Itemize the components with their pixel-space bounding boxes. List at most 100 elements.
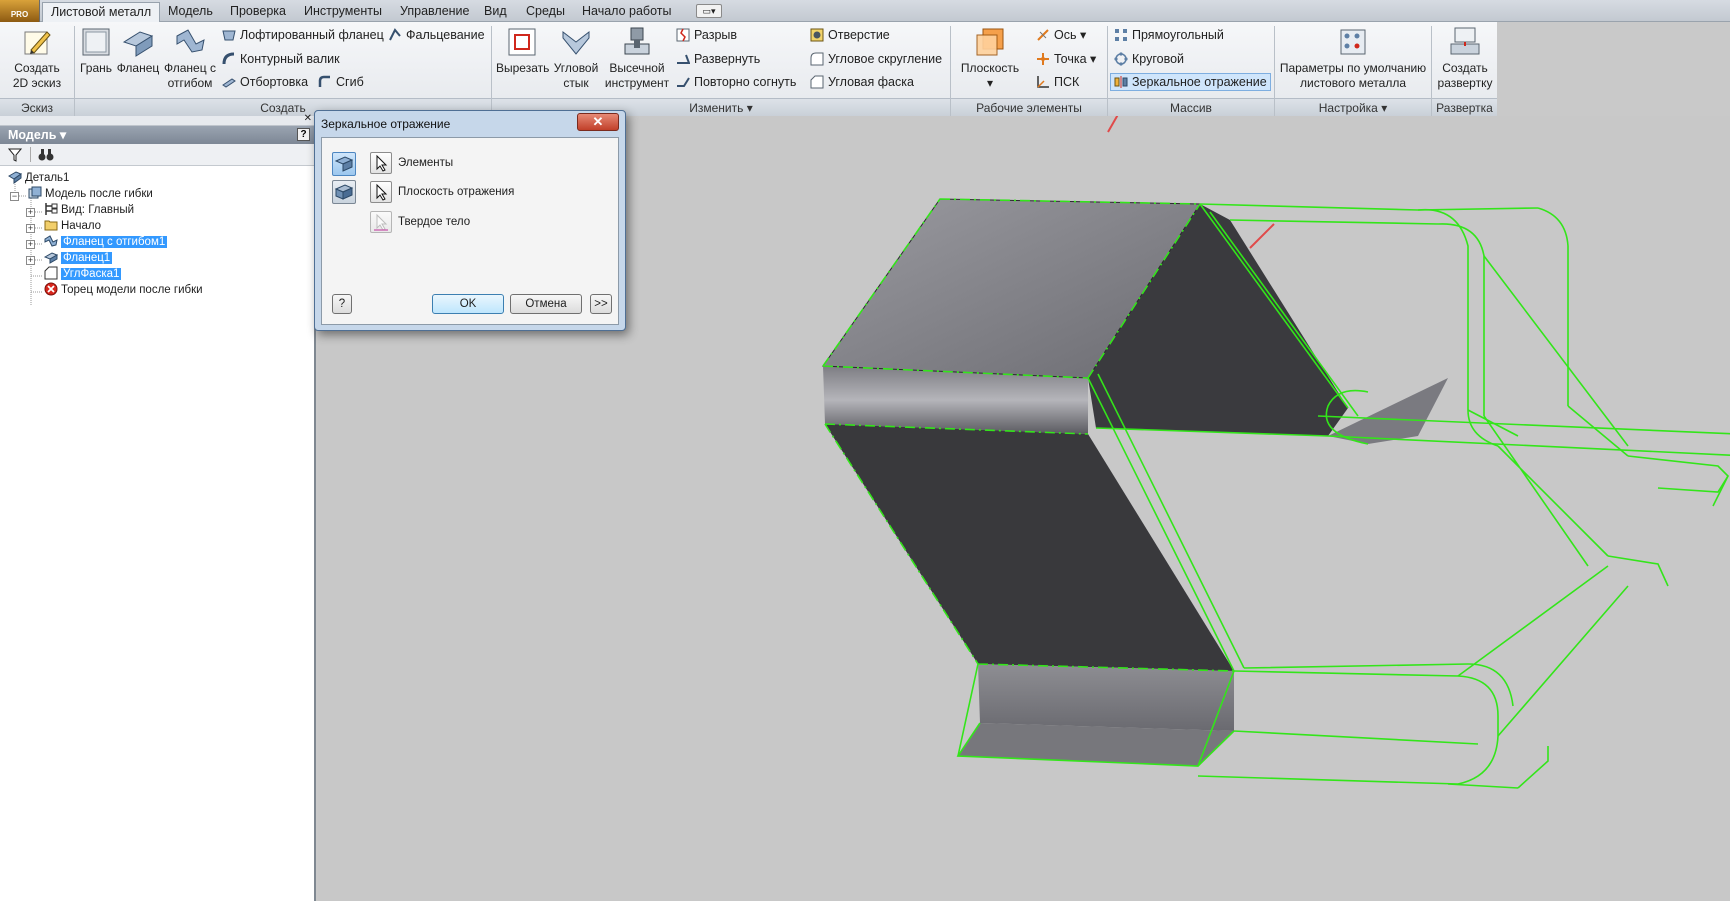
- punch-tool-button[interactable]: Высечной инструмент: [604, 24, 670, 91]
- mirror-features-mode-button[interactable]: [332, 152, 356, 176]
- app-badge: PRO: [10, 10, 29, 19]
- create-2d-sketch-button[interactable]: Создать 2D эскиз: [6, 24, 68, 91]
- circular-pattern-button[interactable]: Круговой: [1114, 50, 1184, 68]
- binoculars-icon[interactable]: [38, 148, 54, 162]
- tree-node-flange[interactable]: Фланец1: [44, 250, 113, 266]
- face-button[interactable]: Грань: [78, 24, 114, 76]
- group-title-setup[interactable]: Настройка ▾: [1275, 98, 1431, 116]
- tab-get-started[interactable]: Начало работы: [574, 2, 679, 22]
- tab-manage[interactable]: Управление: [392, 2, 478, 22]
- cursor-arrow-icon: [374, 213, 388, 231]
- group-title-flat-pattern: Развертка: [1432, 98, 1497, 116]
- cut-button[interactable]: Вырезать: [496, 24, 549, 76]
- create-flat-pattern-button[interactable]: Создать развертку: [1434, 24, 1496, 91]
- axis-label: Ось: [1054, 28, 1077, 42]
- ribbon-tabbar: PRO Листовой металл Модель Проверка Инст…: [0, 0, 1730, 22]
- tree-node-view-main[interactable]: Вид: Главный: [44, 202, 134, 218]
- bend-button[interactable]: Сгиб: [318, 73, 364, 91]
- hole-icon: [810, 28, 824, 42]
- axis-button[interactable]: Ось ▾: [1036, 26, 1086, 44]
- tree-node-part[interactable]: Деталь1: [8, 170, 69, 186]
- cancel-button[interactable]: Отмена: [510, 294, 582, 314]
- end-of-part-icon: [44, 282, 58, 296]
- tab-tools[interactable]: Инструменты: [296, 2, 390, 22]
- unfold-button[interactable]: Развернуть: [676, 50, 760, 68]
- hem-button[interactable]: Отбортовка: [222, 73, 308, 91]
- flat-pattern-icon: [1450, 27, 1480, 55]
- solid-select-button[interactable]: [370, 211, 392, 233]
- corner-chamfer-icon: [810, 75, 824, 89]
- punch-tool-label-2: инструмент: [604, 76, 670, 90]
- ok-button[interactable]: OK: [432, 294, 504, 314]
- contour-flange-label-2: отгибом: [167, 76, 213, 90]
- face-label: Грань: [79, 61, 113, 75]
- tab-model[interactable]: Модель: [160, 2, 221, 22]
- chevron-down-icon: ▾: [986, 76, 994, 90]
- tree-node-label: УглФаска1: [61, 268, 122, 280]
- mirror-solid-mode-button[interactable]: [332, 180, 356, 204]
- tree-node-end-of-folded[interactable]: Торец модели после гибки: [44, 282, 203, 298]
- ucs-button[interactable]: ПСК: [1036, 73, 1079, 91]
- hole-label: Отверстие: [828, 28, 890, 42]
- dialog-help-button[interactable]: ?: [332, 294, 352, 314]
- part-icon: [8, 171, 22, 184]
- rectangular-pattern-button[interactable]: Прямоугольный: [1114, 26, 1224, 44]
- tab-inspect[interactable]: Проверка: [222, 2, 294, 22]
- cursor-arrow-icon: [376, 154, 388, 172]
- rip-button[interactable]: Разрыв: [676, 26, 737, 44]
- tree-expand-toggle[interactable]: +: [26, 224, 35, 233]
- tree-expand-toggle[interactable]: +: [26, 240, 35, 249]
- tab-sheet-metal[interactable]: Листовой металл: [42, 2, 161, 22]
- mirror-solid-icon: [334, 184, 354, 200]
- model-browser: ✕ Модель ▾ ? Деталь1 − Модель после гибк…: [0, 113, 316, 901]
- tree-expand-toggle[interactable]: +: [26, 256, 35, 265]
- corner-round-icon: [810, 52, 824, 66]
- ucs-label: ПСК: [1054, 75, 1080, 89]
- tree-node-label: Модель после гибки: [45, 188, 153, 200]
- tab-view[interactable]: Вид: [476, 2, 515, 22]
- tree-node-label: Фланец1: [61, 252, 113, 264]
- circular-pattern-label: Круговой: [1132, 52, 1185, 66]
- close-icon[interactable]: ✕: [304, 113, 312, 124]
- tree-node-origin[interactable]: Начало: [44, 218, 101, 234]
- mirror-button[interactable]: Зеркальное отражение: [1110, 73, 1271, 91]
- contour-flange-button[interactable]: Фланец с отгибом: [162, 24, 218, 91]
- mirror-dialog-title: Зеркальное отражение: [321, 117, 451, 131]
- fold-icon: [389, 28, 401, 41]
- corner-chamfer-button[interactable]: Угловая фаска: [810, 73, 914, 91]
- hem-icon: [222, 78, 236, 88]
- application-menu-button[interactable]: PRO: [0, 0, 40, 22]
- refold-button[interactable]: Повторно согнуть: [676, 73, 796, 91]
- more-options-button[interactable]: >>: [590, 294, 612, 314]
- features-select-button[interactable]: [370, 152, 392, 174]
- tree-node-folded-model[interactable]: Модель после гибки: [28, 186, 153, 202]
- corner-seam-button[interactable]: Угловой стык: [550, 24, 602, 91]
- flange-label: Фланец: [116, 61, 160, 75]
- point-button[interactable]: Точка ▾: [1036, 50, 1096, 68]
- dialog-close-button[interactable]: ✕: [577, 113, 619, 131]
- flange-button[interactable]: Фланец: [116, 24, 160, 76]
- contour-roll-button[interactable]: Контурный валик: [222, 50, 340, 68]
- tree-collapse-toggle[interactable]: −: [10, 192, 19, 201]
- sheet-metal-defaults-button[interactable]: Параметры по умолчанию листового металла: [1278, 24, 1428, 91]
- mirror-plane-select-button[interactable]: [370, 181, 392, 203]
- ribbon-display-toggle-icon[interactable]: ▭▾: [696, 4, 722, 18]
- browser-header[interactable]: Модель ▾ ?: [0, 126, 314, 144]
- face-icon: [82, 28, 110, 56]
- hole-button[interactable]: Отверстие: [810, 26, 890, 44]
- fold-button[interactable]: Фальцевание: [388, 26, 485, 44]
- corner-round-button[interactable]: Угловое скругление: [810, 50, 942, 68]
- lofted-flange-button[interactable]: Лофтированный фланец: [222, 26, 384, 44]
- circular-pattern-icon: [1114, 52, 1128, 66]
- tab-environments[interactable]: Среды: [518, 2, 573, 22]
- tree-node-contour-flange[interactable]: Фланец с отгибом1: [44, 234, 168, 250]
- tree-node-corner-chamfer[interactable]: УглФаска1: [44, 266, 122, 282]
- filter-icon[interactable]: [8, 148, 22, 162]
- group-title-pattern: Массив: [1108, 98, 1274, 116]
- ribbon-panel: Создать 2D эскиз Эскиз Грань Фланец Флан…: [0, 22, 1497, 116]
- sheet-metal-part[interactable]: [822, 198, 1448, 766]
- tree-expand-toggle[interactable]: +: [26, 208, 35, 217]
- browser-help-button[interactable]: ?: [297, 128, 310, 141]
- contour-flange-label-1: Фланец с: [164, 61, 216, 75]
- plane-button[interactable]: Плоскость ▾: [956, 24, 1024, 91]
